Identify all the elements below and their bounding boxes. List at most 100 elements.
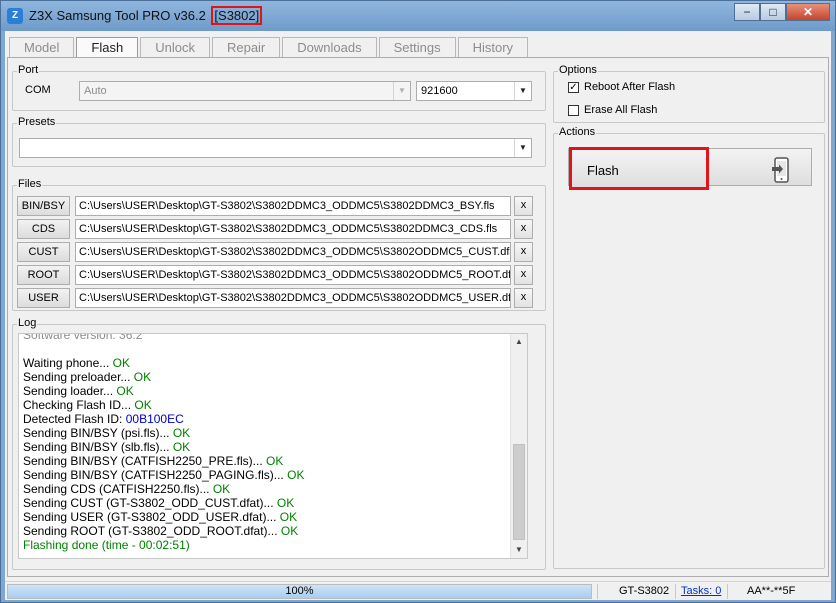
root-path-field[interactable]: C:\Users\USER\Desktop\GT-S3802\S3802DDMC… — [75, 265, 511, 285]
log-line: Sending BIN/BSY (CATFISH2250_PRE.fls)...… — [19, 454, 527, 468]
log-line: Software version: 36.2 — [19, 333, 527, 342]
baud-rate-value: 921600 — [421, 85, 458, 97]
presets-select[interactable]: ▼ — [19, 138, 532, 158]
log-group: Log Software version: 36.2 Waiting phone… — [12, 317, 546, 570]
log-line-status: 00B100EC — [125, 412, 184, 426]
log-line: Sending BIN/BSY (CATFISH2250_PAGING.fls)… — [19, 468, 527, 482]
user-path-field[interactable]: C:\Users\USER\Desktop\GT-S3802\S3802DDMC… — [75, 288, 511, 308]
chevron-down-icon: ▼ — [393, 82, 410, 100]
com-label: COM — [25, 84, 51, 96]
reboot-after-flash-label[interactable]: Reboot After Flash — [584, 81, 675, 93]
com-port-select[interactable]: Auto ▼ — [79, 81, 411, 101]
log-line-status: OK — [172, 440, 191, 454]
tab-downloads[interactable]: Downloads — [282, 37, 377, 57]
files-group: Files BIN/BSY C:\Users\USER\Desktop\GT-S… — [12, 178, 546, 311]
tab-settings[interactable]: Settings — [378, 37, 456, 57]
log-line-status: OK — [266, 454, 284, 468]
log-line: Sending loader... OK — [19, 384, 527, 398]
log-line-status: OK — [280, 524, 299, 538]
tab-history[interactable]: History — [457, 37, 529, 57]
window-controls: − □ ✕ — [734, 3, 830, 21]
flash-button[interactable]: Flash — [569, 147, 709, 190]
title-bar[interactable]: Z Z3X Samsung Tool PRO v36.2 [S3802] − □… — [1, 1, 835, 31]
log-line-status: OK — [276, 496, 295, 510]
log-line-text: Detected Flash ID: — [23, 412, 126, 426]
progress-text: 100% — [285, 585, 314, 597]
cds-button[interactable]: CDS — [17, 219, 70, 239]
presets-legend: Presets — [17, 116, 57, 128]
status-bar: 100% GT-S3802 Tasks: 0 AA**-**5F — [5, 581, 831, 600]
log-line-status: OK — [172, 426, 191, 440]
cust-clear-button[interactable]: x — [514, 242, 533, 262]
log-line-text: Sending CUST (GT-S3802_ODD_CUST.dfat)... — [23, 496, 277, 510]
log-scrollbar[interactable]: ▲ ▼ — [510, 334, 527, 558]
maximize-button[interactable]: □ — [760, 3, 786, 21]
minimize-button[interactable]: − — [734, 3, 760, 21]
log-legend: Log — [17, 317, 38, 329]
log-line-text: Sending CDS (CATFISH2250.fls)... — [23, 482, 213, 496]
log-line-text: Sending BIN/BSY (slb.fls)... — [23, 440, 173, 454]
log-line-text: Software version: 36.2 — [23, 333, 143, 342]
root-clear-button[interactable]: x — [514, 265, 533, 285]
log-line: Sending USER (GT-S3802_ODD_USER.dfat)...… — [19, 510, 527, 524]
log-line: Sending preloader... OK — [19, 370, 527, 384]
scroll-down-icon[interactable]: ▼ — [511, 542, 527, 558]
baud-rate-select[interactable]: 921600 ▼ — [416, 81, 532, 101]
log-line-text: Sending BIN/BSY (psi.fls)... — [23, 426, 173, 440]
port-legend: Port — [17, 64, 40, 76]
tab-unlock[interactable]: Unlock — [140, 37, 210, 57]
app-window: Z Z3X Samsung Tool PRO v36.2 [S3802] − □… — [0, 0, 836, 603]
erase-all-flash-label[interactable]: Erase All Flash — [584, 104, 657, 116]
bin-bsy-button[interactable]: BIN/BSY — [17, 196, 70, 216]
log-line: Checking Flash ID... OK — [19, 398, 527, 412]
window-title-text: Z3X Samsung Tool PRO v36.2 — [29, 8, 206, 23]
chevron-down-icon: ▼ — [514, 82, 531, 100]
log-line-status: OK — [116, 384, 134, 398]
bin-bsy-clear-button[interactable]: x — [514, 196, 533, 216]
log-line-status: OK — [112, 356, 130, 370]
files-legend: Files — [17, 178, 43, 190]
reboot-after-flash-checkbox[interactable]: ✓ — [568, 82, 579, 93]
close-button[interactable]: ✕ — [786, 3, 830, 21]
scroll-up-icon[interactable]: ▲ — [511, 334, 527, 350]
tab-repair[interactable]: Repair — [211, 37, 281, 57]
flash-action-button[interactable]: Flash — [568, 147, 812, 190]
chevron-down-icon: ▼ — [514, 139, 531, 157]
log-line-text: Sending BIN/BSY (CATFISH2250_PAGING.fls)… — [23, 468, 288, 482]
log-line: Sending BIN/BSY (slb.fls)... OK — [19, 440, 527, 454]
log-output[interactable]: Software version: 36.2 Waiting phone... … — [18, 333, 528, 559]
log-line-status: OK — [287, 468, 305, 482]
log-line-text: Checking Flash ID... — [23, 398, 135, 412]
user-button[interactable]: USER — [17, 288, 70, 308]
log-line — [19, 342, 527, 356]
bin-bsy-path-field[interactable]: C:\Users\USER\Desktop\GT-S3802\S3802DDMC… — [75, 196, 511, 216]
log-line-text: Sending BIN/BSY (CATFISH2250_PRE.fls)... — [23, 454, 266, 468]
log-line-text: Waiting phone... — [23, 356, 113, 370]
log-line: Detected Flash ID: 00B100EC — [19, 412, 527, 426]
actions-group: Actions Flash — [553, 126, 825, 569]
root-button[interactable]: ROOT — [17, 265, 70, 285]
log-line-text: Sending USER (GT-S3802_ODD_USER.dfat)... — [23, 510, 280, 524]
com-port-value: Auto — [84, 85, 107, 97]
user-clear-button[interactable]: x — [514, 288, 533, 308]
log-line: Sending CDS (CATFISH2250.fls)... OK — [19, 482, 527, 496]
options-legend: Options — [558, 64, 598, 76]
scroll-thumb[interactable] — [513, 444, 525, 540]
status-model: GT-S3802 — [619, 585, 670, 597]
cust-button[interactable]: CUST — [17, 242, 70, 262]
log-line: Sending CUST (GT-S3802_ODD_CUST.dfat)...… — [19, 496, 527, 510]
log-line-status: OK — [134, 398, 152, 412]
actions-legend: Actions — [558, 126, 597, 138]
tab-model[interactable]: Model — [9, 37, 75, 57]
cust-path-field[interactable]: C:\Users\USER\Desktop\GT-S3802\S3802DDMC… — [75, 242, 511, 262]
log-line-text: Sending loader... — [23, 384, 117, 398]
log-line-status: OK — [279, 510, 298, 524]
options-group: Options ✓ Reboot After Flash Erase All F… — [553, 64, 825, 123]
tab-flash[interactable]: Flash — [76, 37, 139, 57]
tasks-link[interactable]: Tasks: 0 — [681, 585, 721, 597]
cds-clear-button[interactable]: x — [514, 219, 533, 239]
log-line-text: Sending ROOT (GT-S3802_ODD_ROOT.dfat)... — [23, 524, 281, 538]
erase-all-flash-checkbox[interactable] — [568, 105, 579, 116]
log-line-text — [23, 342, 26, 356]
cds-path-field[interactable]: C:\Users\USER\Desktop\GT-S3802\S3802DDMC… — [75, 219, 511, 239]
